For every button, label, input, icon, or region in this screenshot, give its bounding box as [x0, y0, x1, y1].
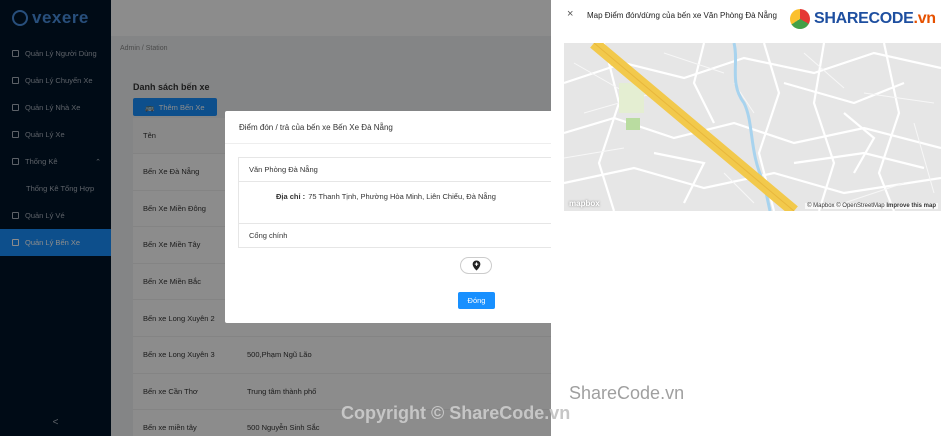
- pickup-point-address-row: Địa chỉ : 75 Thanh Tịnh, Phường Hòa Minh…: [239, 182, 569, 224]
- modal-title: Điểm đón / trả của bến xe Bến Xe Đà Nẵng: [225, 111, 570, 144]
- map-tiles: [564, 43, 941, 211]
- app-root: vexere Quản Lý Người Dùng Quản Lý Chuyến…: [0, 0, 950, 436]
- copyright-watermark: Copyright © ShareCode.vn: [341, 403, 571, 423]
- pickup-point-gate-row: Cổng chính: [239, 224, 569, 247]
- drawer-title: Map Điểm đón/dừng của bến xe Văn Phòng Đ…: [587, 11, 777, 20]
- watermark-text: ShareCode.vn: [569, 383, 685, 403]
- address-value: 75 Thanh Tịnh, Phường Hòa Minh, Liên Chi…: [308, 192, 496, 201]
- badge-main: SHARECODE: [814, 10, 914, 27]
- pickup-points-modal: Điểm đón / trả của bến xe Bến Xe Đà Nẵng…: [225, 111, 570, 323]
- sharecode-badge-text: SHARECODE.vn: [814, 10, 936, 28]
- improve-map-link[interactable]: Improve this map: [886, 203, 936, 209]
- badge-suffix: .vn: [913, 10, 937, 27]
- mapbox-logo[interactable]: mapbox: [569, 199, 600, 208]
- map-canvas[interactable]: mapbox © Mapbox © OpenStreetMap Improve …: [564, 43, 941, 211]
- pickup-point-name-row: Văn Phòng Đà Nẵng: [239, 158, 569, 182]
- map-marker-plus-icon: [472, 260, 480, 271]
- pickup-point-card: Văn Phòng Đà Nẵng Địa chỉ : 75 Thanh Tịn…: [238, 157, 570, 248]
- pickup-point-name: Văn Phòng Đà Nẵng: [249, 165, 318, 174]
- map-attribution: © Mapbox © OpenStreetMap Improve this ma…: [805, 203, 938, 209]
- sharecode-badge: SHARECODE.vn: [790, 9, 936, 29]
- sharecode-logo-icon: [790, 9, 810, 29]
- gate-name: Cổng chính: [249, 231, 288, 240]
- close-icon[interactable]: ×: [567, 8, 573, 20]
- map-drawer: × Map Điểm đón/dừng của bến xe Văn Phòng…: [551, 0, 950, 436]
- attribution-text[interactable]: © Mapbox © OpenStreetMap: [807, 203, 885, 209]
- address-label: Địa chỉ :: [276, 192, 306, 201]
- close-modal-button[interactable]: Đóng: [458, 292, 495, 309]
- park-area-green: [626, 118, 640, 130]
- add-location-button[interactable]: [460, 257, 492, 274]
